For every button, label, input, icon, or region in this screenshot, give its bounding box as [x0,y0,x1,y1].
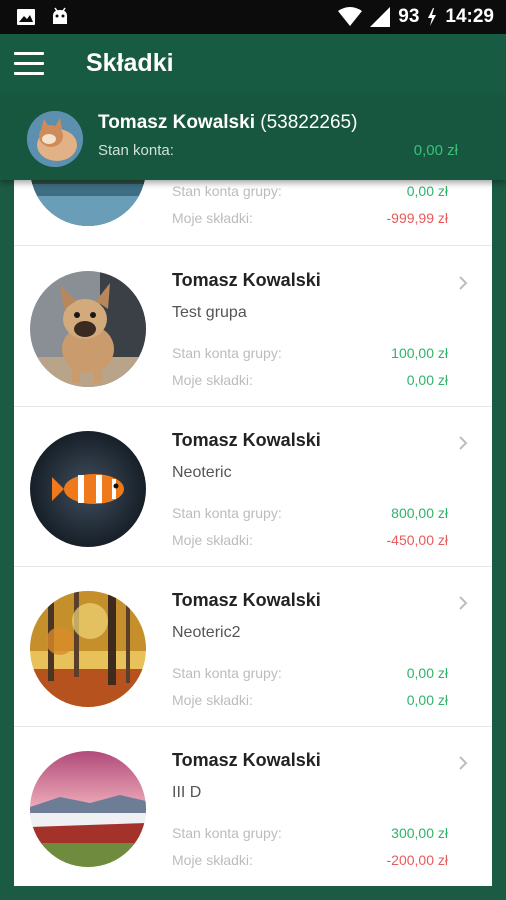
group-avatar [30,271,146,387]
list-item[interactable]: Tomasz Kowalski III D Stan konta grupy: … [14,726,492,886]
group-avatar [30,751,146,867]
chevron-right-icon [459,436,468,450]
member-name: Tomasz Kowalski [172,750,321,770]
member-name: Tomasz Kowalski [172,270,321,290]
group-name: Neoteric [172,464,232,481]
chevron-right-icon [459,596,468,610]
my-fees-label: Moje składki: [172,210,253,226]
my-fees-value: 0,00 zł [406,372,448,388]
my-fees-label: Moje składki: [172,372,253,388]
member-name: Tomasz Kowalski [172,590,321,610]
app-bar: Składki [0,34,506,96]
list-item[interactable]: Tomasz Kowalski Neoteric Stan konta grup… [14,406,492,567]
menu-icon[interactable] [14,52,44,78]
my-fees-value: -999,99 zł [386,210,448,226]
my-fees-value: -200,00 zł [386,852,448,868]
chevron-right-icon [459,756,468,770]
android-notification-icon [50,7,70,27]
group-balance-value: 800,00 zł [391,505,448,521]
member-name: Tomasz Kowalski [172,430,321,450]
my-fees-value: 0,00 zł [406,692,448,708]
my-fees-label: Moje składki: [172,532,253,548]
account-id: (53822265) [260,112,358,133]
group-balance-label: Stan konta grupy: [172,505,282,521]
my-fees-label: Moje składki: [172,852,253,868]
list-item[interactable]: Stan konta grupy: 0,00 zł Moje składki: … [14,180,492,246]
group-balance-label: Stan konta grupy: [172,825,282,841]
balance-value: 0,00 zł [413,142,458,159]
image-notification-icon [16,7,36,27]
group-balance-value: 300,00 zł [391,825,448,841]
group-balance-value: 0,00 zł [406,183,448,199]
list-item[interactable]: Tomasz Kowalski Neoteric2 Stan konta gru… [14,566,492,727]
group-balance-label: Stan konta grupy: [172,665,282,681]
group-avatar [30,431,146,547]
group-avatar [30,180,146,226]
group-avatar [30,591,146,707]
balance-label: Stan konta: [98,142,174,159]
avatar [27,111,83,167]
wifi-icon [338,7,363,26]
battery-charging-icon [428,8,437,26]
my-fees-label: Moje składki: [172,692,253,708]
group-balance-value: 0,00 zł [406,665,448,681]
group-list[interactable]: Stan konta grupy: 0,00 zł Moje składki: … [14,180,492,886]
account-name: Tomasz Kowalski [98,112,255,133]
group-name: Neoteric2 [172,624,241,641]
my-fees-value: -450,00 zł [386,532,448,548]
signal-icon [370,7,391,27]
group-balance-label: Stan konta grupy: [172,183,282,199]
group-balance-label: Stan konta grupy: [172,345,282,361]
battery-percent: 93 [398,6,420,27]
page-title: Składki [86,49,174,77]
group-name: Test grupa [172,304,247,321]
chevron-right-icon [459,276,468,290]
account-name-line: Tomasz Kowalski (53822265) [98,112,357,134]
status-bar: 93 14:29 [0,0,506,34]
clock: 14:29 [445,6,494,27]
account-header: Tomasz Kowalski (53822265) Stan konta: 0… [0,96,506,180]
list-item[interactable]: Tomasz Kowalski Test grupa Stan konta gr… [14,246,492,407]
group-balance-value: 100,00 zł [391,345,448,361]
group-name: III D [172,784,202,801]
